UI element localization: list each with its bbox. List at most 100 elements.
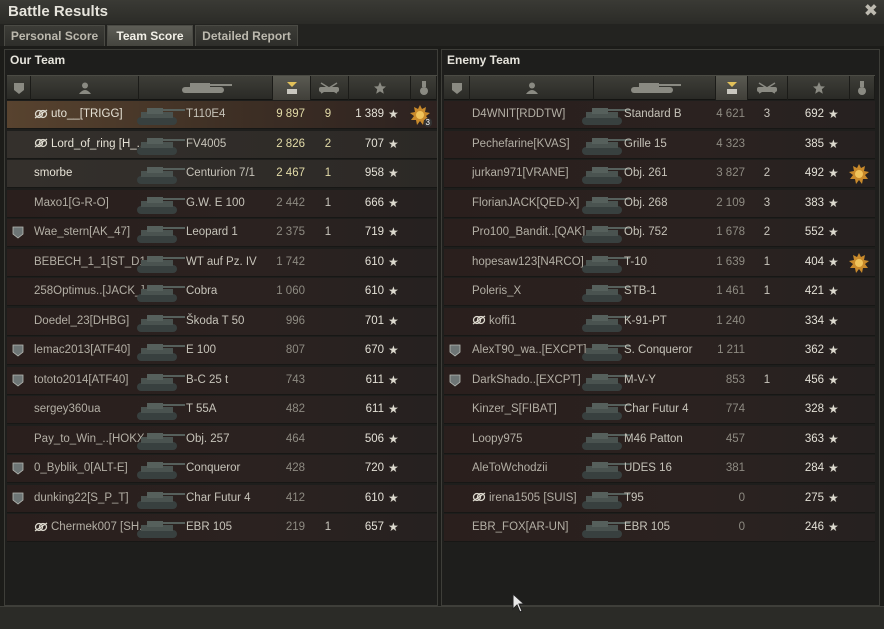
player-name: dunking22[S_P_T]	[34, 492, 144, 504]
star-icon: ★	[388, 490, 399, 505]
player-name-text: Kinzer_S[FIBAT]	[472, 403, 557, 415]
vehicle-name: Leopard 1	[186, 226, 238, 238]
player-row[interactable]: BEBECH_1_1[ST_D1] WT auf Pz. IV 1 742 610 ★	[7, 248, 437, 277]
player-row[interactable]: 0_Byblik_0[ALT-E] Conqueror 428 720 ★	[7, 455, 437, 483]
player-row[interactable]: Loopy975 M46 Patton 457 363 ★	[444, 425, 875, 454]
vehicle-icon	[133, 516, 187, 540]
player-name: DarkShado..[EXCPT]	[472, 374, 594, 386]
column-header-score-star[interactable]	[349, 76, 411, 100]
player-row[interactable]: sergey360ua T 55A 482 611 ★	[7, 396, 437, 424]
star-icon: ★	[828, 136, 839, 151]
vehicle-name: B-C 25 t	[186, 373, 229, 386]
xp-value: 457	[725, 432, 745, 445]
vehicle-icon	[181, 83, 232, 93]
star-icon: ★	[828, 284, 839, 298]
player-row[interactable]: smorbe Centurion 7/1 2 467 1 958 ★	[7, 160, 437, 188]
close-icon[interactable]: ✖	[864, 1, 878, 21]
kills-icon	[318, 82, 339, 94]
player-name: AleToWchodzii	[472, 462, 594, 474]
score-value: 456	[804, 373, 824, 386]
player-row[interactable]: lemac2013[ATF40] E 100 807 670 ★	[7, 337, 437, 365]
column-header-kills[interactable]	[748, 76, 788, 100]
vehicle-name: T-10	[624, 255, 648, 268]
tab-personal-score[interactable]: Personal Score	[4, 25, 105, 46]
vehicle-icon	[133, 428, 187, 452]
our-team-header	[7, 75, 437, 100]
vehicle-name: Obj. 261	[624, 167, 668, 179]
column-header-vehicle[interactable]	[594, 76, 716, 100]
column-header-score-star[interactable]	[788, 76, 850, 100]
player-row[interactable]: EBR_FOX[AR-UN] EBR 105 0 246 ★	[444, 514, 875, 542]
star-icon: ★	[828, 372, 839, 387]
player-row[interactable]: Chermek007 [SH.. EBR 105 219 1 657 ★	[7, 514, 437, 542]
rank-badge	[12, 344, 24, 357]
column-header-player[interactable]	[470, 76, 594, 100]
player-row[interactable]: Maxo1[G-R-O] G.W. E 100 2 442 1 666 ★	[7, 189, 437, 218]
player-name: Pay_to_Win_..[HOKX]	[34, 433, 144, 445]
kills-value: 1	[324, 167, 332, 179]
score-star-icon	[812, 82, 825, 94]
badge-icon	[13, 83, 24, 94]
player-row[interactable]: D4WNIT[RDDTW] Standard B 4 621 3 692 ★	[444, 101, 875, 129]
player-row[interactable]: jurkan971[VRANE] Obj. 261 3 827 2 492 ★	[444, 160, 875, 188]
score-value: 610	[364, 285, 384, 297]
player-row[interactable]: hopesaw123[N4RCO] T-10 1 639 1 404 ★	[444, 248, 875, 277]
score-value: 610	[364, 255, 384, 268]
player-name-text: Pro100_Bandit..[QAK]	[472, 226, 586, 238]
score-value: 720	[364, 462, 384, 474]
column-header-xp[interactable]	[716, 76, 748, 100]
player-row[interactable]: FlorianJACK[QED-X] Obj. 268 2 109 3 383 ★	[444, 189, 875, 218]
xp-value: 1 742	[276, 255, 305, 268]
player-row[interactable]: tototo2014[ATF40] B-C 25 t 743 611 ★	[7, 366, 437, 395]
player-row[interactable]: Poleris_X STB-1 1 461 1 421 ★	[444, 278, 875, 306]
column-header-xp[interactable]	[273, 76, 311, 100]
column-header-vehicle[interactable]	[139, 76, 273, 100]
column-header-medal[interactable]	[411, 76, 437, 100]
vehicle-name: T95	[624, 491, 644, 504]
mastery-medal-icon	[849, 164, 869, 184]
player-row[interactable]: irena1505 [SUIS] T95 0 275 ★	[444, 484, 875, 513]
tab-detailed-report[interactable]: Detailed Report	[195, 25, 298, 46]
star-icon: ★	[388, 402, 399, 416]
score-value: 506	[364, 432, 384, 445]
player-row[interactable]: AleToWchodzii UDES 16 381 284 ★	[444, 455, 875, 483]
mastery-medal[interactable]: 3	[410, 105, 432, 127]
player-row[interactable]: AlexT90_wa..[EXCPT] S. Conqueror 1 211 362 ★	[444, 337, 875, 365]
player-name: lemac2013[ATF40]	[34, 344, 144, 356]
player-row[interactable]: Pay_to_Win_..[HOKX] Obj. 257 464 506 ★	[7, 425, 437, 454]
player-row[interactable]: 258Optimus..[JACK_] Cobra 1 060 610 ★	[7, 278, 437, 306]
column-header-badge[interactable]	[7, 76, 31, 100]
mastery-medal[interactable]	[849, 164, 869, 184]
player-row[interactable]: koffi1 K-91-PT 1 240 334 ★	[444, 307, 875, 336]
player-row[interactable]: Kinzer_S[FIBAT] Char Futur 4 774 328 ★	[444, 396, 875, 424]
vehicle-icon	[133, 192, 187, 216]
player-name-text: Loopy975	[472, 432, 523, 445]
star-icon: ★	[828, 461, 839, 475]
player-row[interactable]: dunking22[S_P_T] Char Futur 4 412 610 ★	[7, 484, 437, 513]
column-header-medal[interactable]	[850, 76, 875, 100]
xp-value: 2 109	[716, 196, 745, 209]
xp-value: 2 442	[276, 196, 305, 209]
tank-icon	[137, 462, 185, 479]
player-name-text: Chermek007 [SH..	[51, 521, 144, 533]
score-value: 666	[364, 196, 384, 209]
player-row[interactable]: Lord_of_ring [H_... FV4005 2 826 2 707 ★	[7, 130, 437, 159]
rank-badge-icon	[449, 374, 461, 387]
player-row[interactable]: DarkShado..[EXCPT] M-V-Y 853 1 456 ★	[444, 366, 875, 395]
vehicle-name: M-V-Y	[624, 373, 656, 386]
player-row[interactable]: Pechefarine[KVAS] Grille 15 4 323 385 ★	[444, 130, 875, 159]
column-header-player[interactable]	[31, 76, 139, 100]
medal-count: 3	[423, 118, 432, 127]
mastery-medal[interactable]	[849, 252, 869, 273]
player-row[interactable]: Pro100_Bandit..[QAK] Obj. 752 1 678 2 552 ★	[444, 219, 875, 247]
player-name-text: tototo2014[ATF40]	[34, 373, 129, 386]
column-header-badge[interactable]	[444, 76, 470, 100]
star-icon: ★	[388, 431, 399, 446]
rank-badge	[449, 344, 461, 357]
tab-team-score[interactable]: Team Score	[107, 25, 193, 46]
player-row[interactable]: Doedel_23[DHBG] Škoda T 50 996 701 ★	[7, 307, 437, 336]
star-icon: ★	[828, 431, 839, 446]
player-row[interactable]: Wae_stern[AK_47] Leopard 1 2 375 1 719 ★	[7, 219, 437, 247]
player-row[interactable]: uto__[TRIGG] T110E4 9 897 9 1 389 ★ 3	[7, 101, 437, 129]
column-header-kills[interactable]	[311, 76, 349, 100]
